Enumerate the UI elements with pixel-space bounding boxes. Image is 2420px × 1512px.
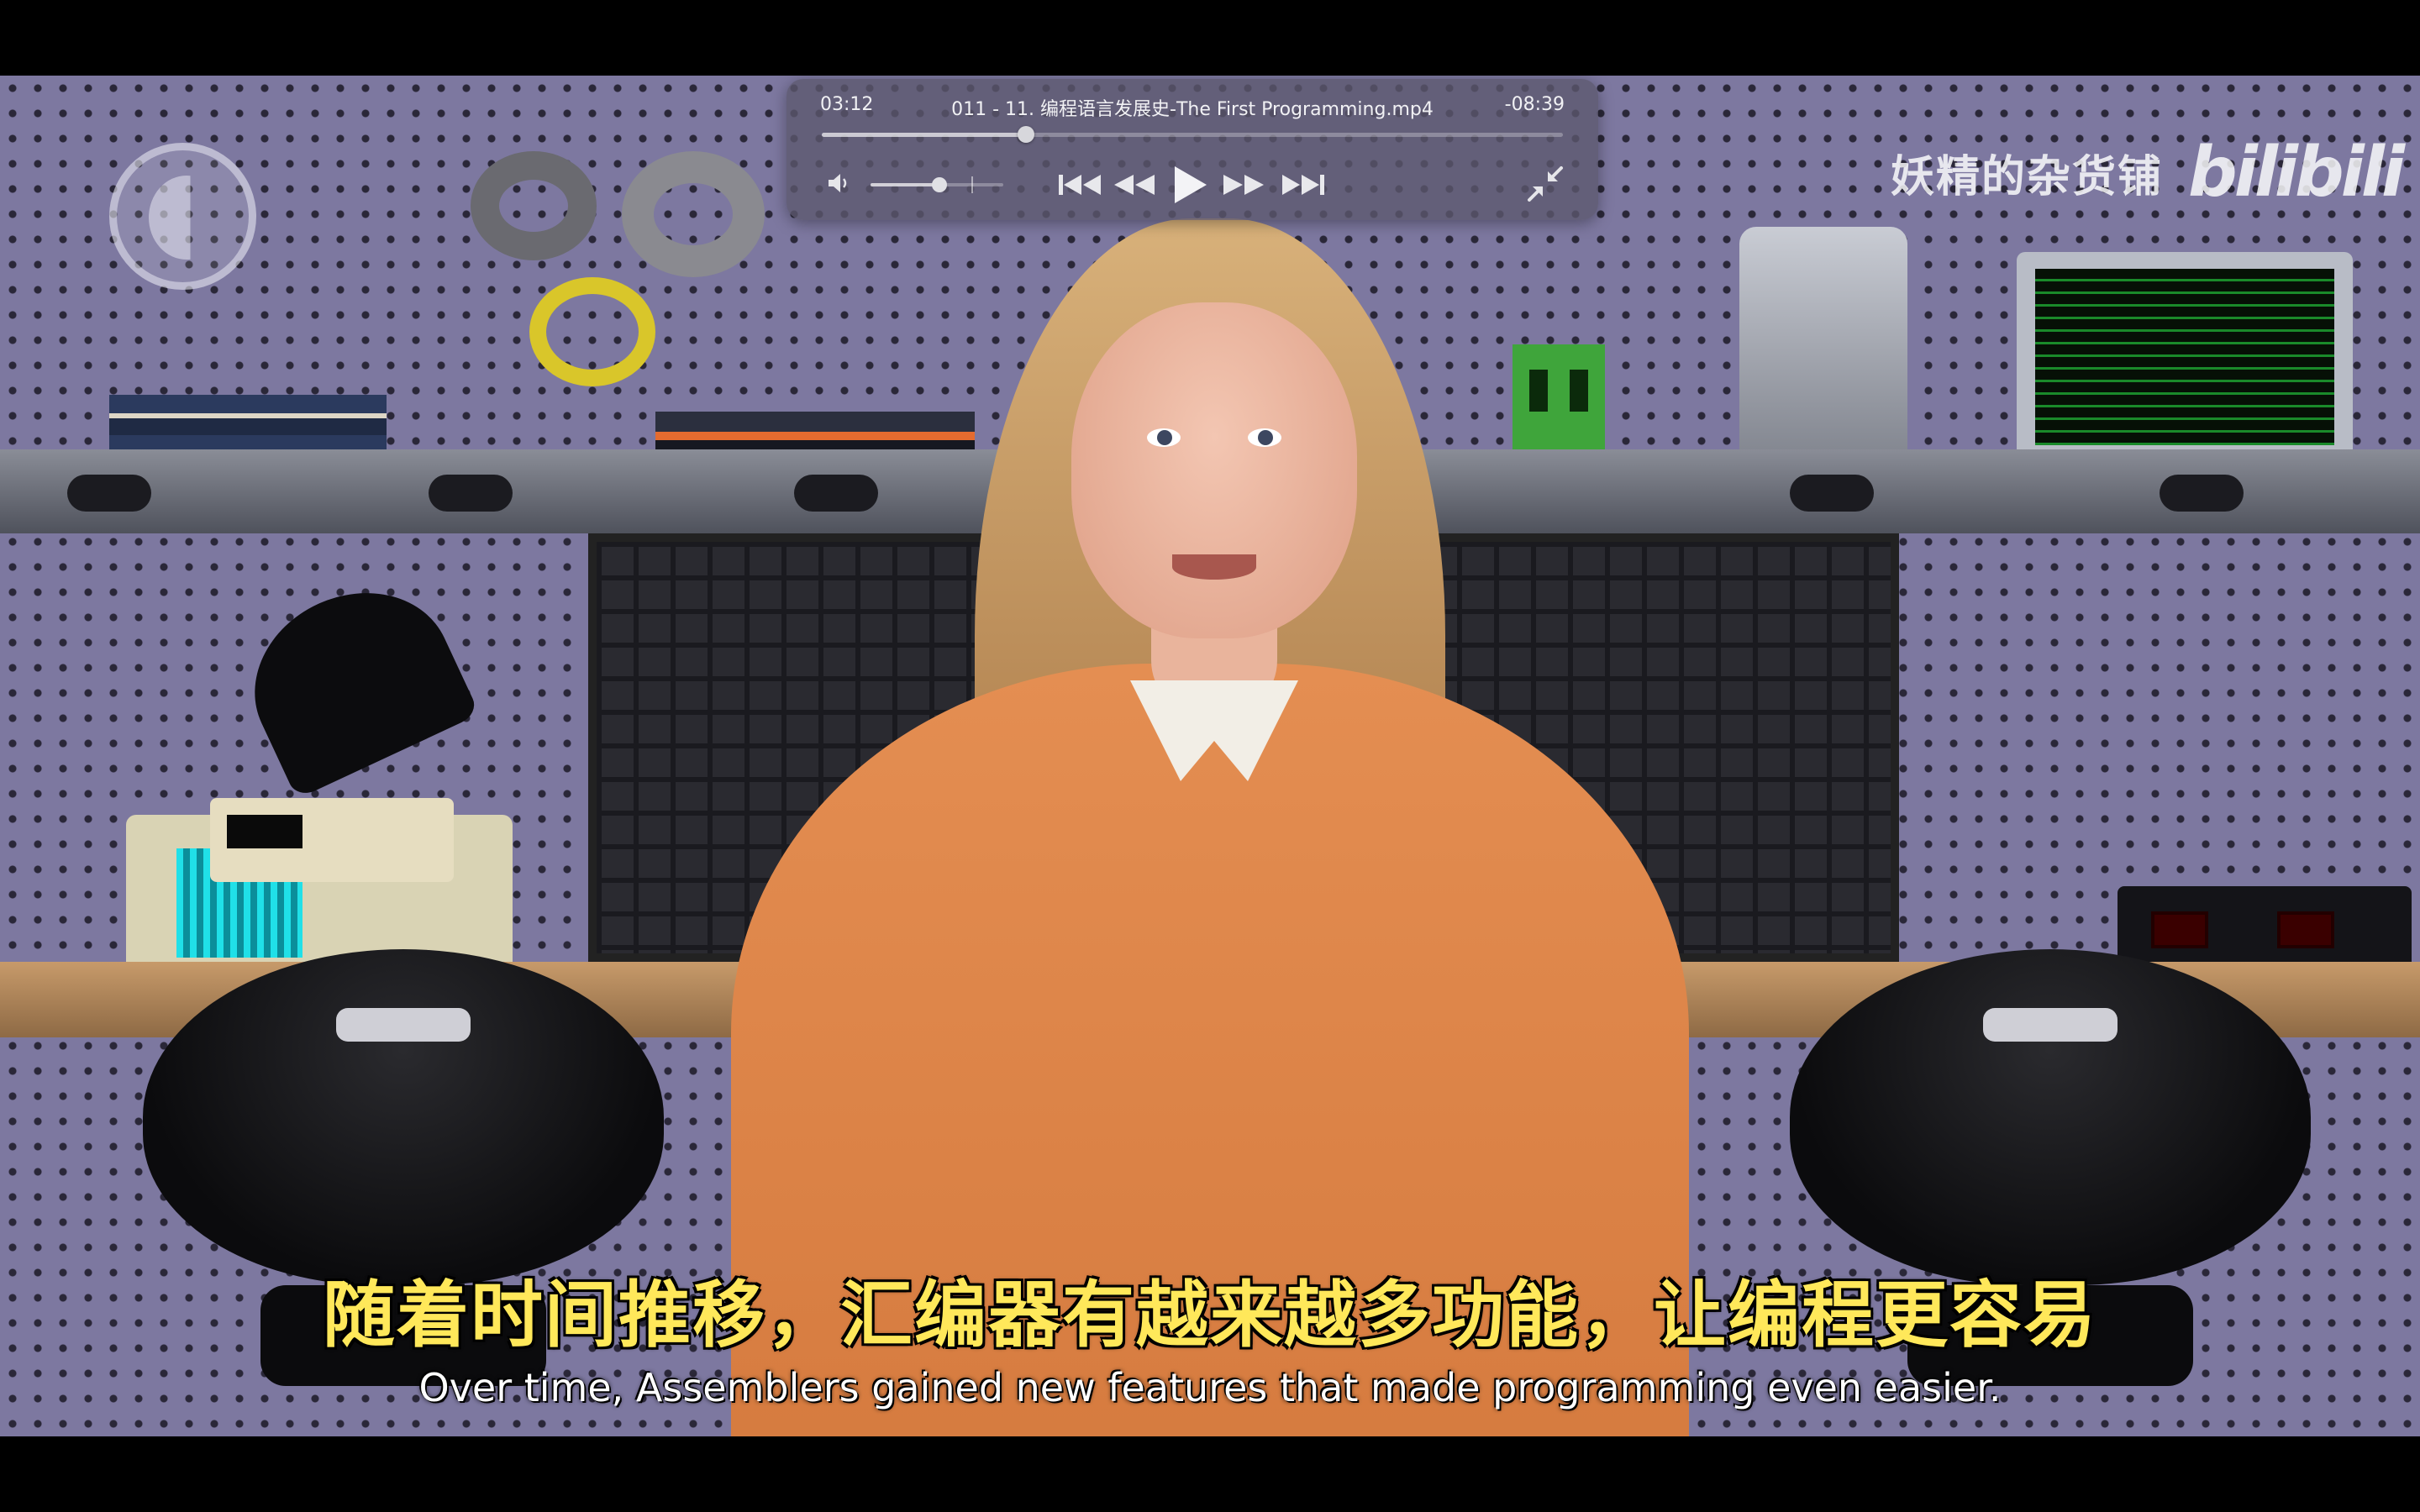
player-controller[interactable]: 03:12 011 - 11. 编程语言发展史-The First Progra… xyxy=(786,79,1598,220)
progress-scrubber[interactable] xyxy=(1018,126,1035,143)
pbs-logo-icon xyxy=(109,143,256,290)
file-title: 011 - 11. 编程语言发展史-The First Programming.… xyxy=(951,99,1434,120)
time-elapsed: 03:12 xyxy=(820,94,874,115)
previous-track-icon[interactable] xyxy=(1055,161,1104,208)
presenter xyxy=(0,76,2420,1436)
time-remaining[interactable]: -08:39 xyxy=(1505,94,1565,115)
letterbox-bottom xyxy=(0,1436,2420,1512)
play-icon[interactable] xyxy=(1168,161,1210,208)
speaker-icon[interactable] xyxy=(827,171,854,195)
volume-tick xyxy=(971,176,973,193)
progress-bar[interactable] xyxy=(822,126,1563,143)
subtitle-chinese: 随着时间推移，汇编器有越来越多功能，让编程更容易 xyxy=(323,1273,2097,1357)
presenter-mouth xyxy=(1172,554,1256,580)
subtitle-english: Over time, Assemblers gained new feature… xyxy=(418,1365,2002,1410)
video-frame[interactable] xyxy=(0,76,2420,1436)
watermark: 妖精的杂货铺 bilibili xyxy=(1891,126,2405,218)
presenter-face xyxy=(1071,302,1357,638)
volume-slider[interactable] xyxy=(871,176,1003,193)
presenter-eye xyxy=(1147,428,1181,447)
fast-forward-icon[interactable] xyxy=(1220,161,1267,208)
rewind-icon[interactable] xyxy=(1111,161,1158,208)
volume-fill xyxy=(871,183,940,186)
exit-fullscreen-icon[interactable] xyxy=(1526,165,1565,203)
watermark-channel: 妖精的杂货铺 xyxy=(1891,151,2164,202)
presenter-eye xyxy=(1248,428,1281,447)
next-track-icon[interactable] xyxy=(1279,161,1328,208)
watermark-brand: bilibili xyxy=(2188,132,2405,213)
letterbox-top xyxy=(0,0,2420,76)
transport-controls xyxy=(1055,161,1329,208)
progress-fill xyxy=(822,133,1027,137)
volume-knob[interactable] xyxy=(932,177,948,192)
